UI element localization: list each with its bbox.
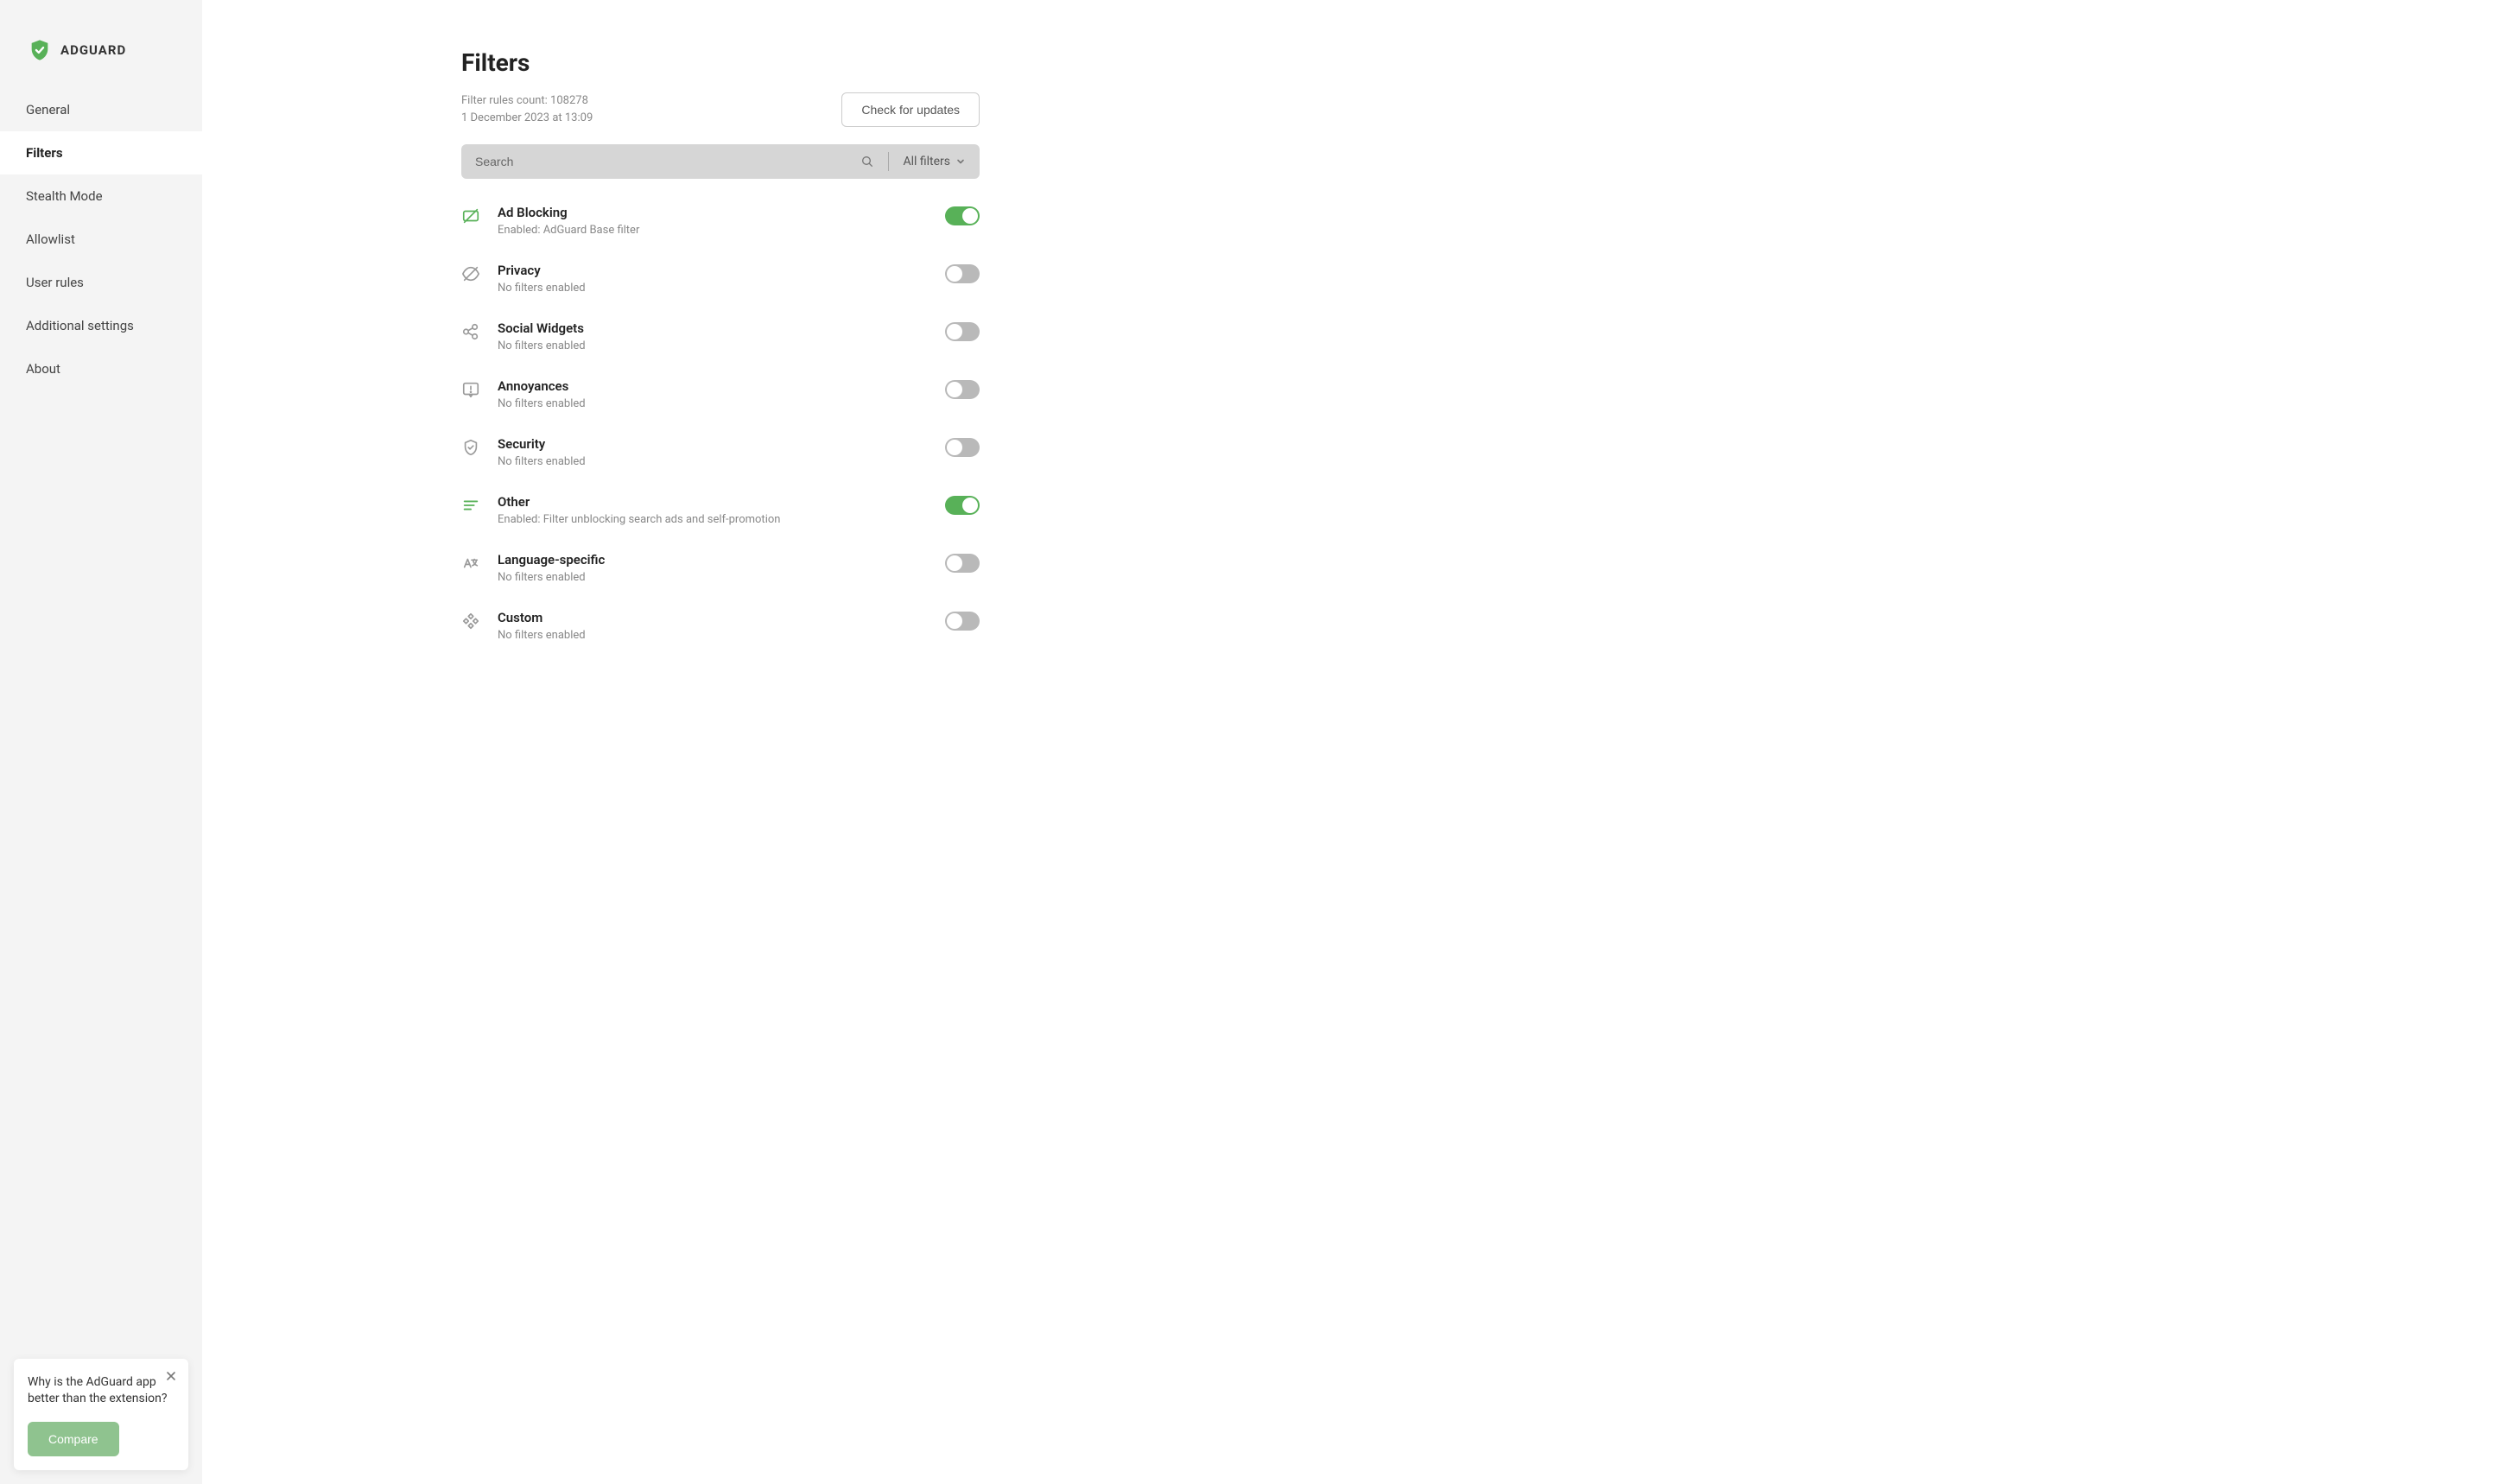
category-list: Ad Blocking Enabled: AdGuard Base filter…: [461, 205, 980, 642]
privacy-icon: [461, 264, 480, 283]
category-row[interactable]: Social Widgets No filters enabled: [498, 320, 928, 352]
language-icon: [461, 554, 480, 573]
toggle-other[interactable]: [945, 496, 980, 515]
search-input[interactable]: [475, 155, 860, 168]
filter-scope-dropdown[interactable]: All filters: [903, 155, 966, 168]
filter-scope-label: All filters: [903, 155, 950, 168]
category-row[interactable]: Language-specific No filters enabled: [498, 552, 928, 584]
toggle-annoyances[interactable]: [945, 380, 980, 399]
category-annoyances: Annoyances No filters enabled: [461, 378, 980, 410]
sidebar-item-additional-settings[interactable]: Additional settings: [0, 304, 202, 347]
toggle-language-specific[interactable]: [945, 554, 980, 573]
category-subtitle: Enabled: AdGuard Base filter: [498, 224, 928, 237]
category-subtitle: No filters enabled: [498, 339, 928, 352]
category-subtitle: No filters enabled: [498, 629, 928, 642]
category-row[interactable]: Custom No filters enabled: [498, 610, 928, 642]
category-title: Ad Blocking: [498, 205, 928, 220]
category-privacy: Privacy No filters enabled: [461, 263, 980, 295]
filter-meta: Filter rules count: 108278 1 December 20…: [461, 92, 593, 126]
brand-name: ADGUARD: [60, 42, 126, 58]
sidebar-item-stealth-mode[interactable]: Stealth Mode: [0, 174, 202, 218]
shield-logo-icon: [28, 38, 52, 62]
chevron-down-icon: [955, 156, 966, 167]
search-bar: All filters: [461, 144, 980, 179]
category-language-specific: Language-specific No filters enabled: [461, 552, 980, 584]
promo-text: Why is the AdGuard app better than the e…: [28, 1374, 174, 1408]
promo-card: Why is the AdGuard app better than the e…: [14, 1359, 188, 1470]
other-icon: [461, 496, 480, 515]
category-title: Other: [498, 494, 928, 510]
sidebar-item-filters[interactable]: Filters: [0, 131, 202, 174]
sidebar-item-about[interactable]: About: [0, 347, 202, 390]
category-custom: Custom No filters enabled: [461, 610, 980, 642]
toggle-security[interactable]: [945, 438, 980, 457]
category-title: Custom: [498, 610, 928, 625]
sidebar-item-user-rules[interactable]: User rules: [0, 261, 202, 304]
search-icon: [860, 155, 874, 168]
category-security: Security No filters enabled: [461, 436, 980, 468]
category-subtitle: No filters enabled: [498, 571, 928, 584]
search-divider: [888, 152, 889, 171]
category-title: Language-specific: [498, 552, 928, 568]
category-subtitle: Enabled: Filter unblocking search ads an…: [498, 513, 928, 526]
sidebar-item-allowlist[interactable]: Allowlist: [0, 218, 202, 261]
category-title: Social Widgets: [498, 320, 928, 336]
sidebar-item-general[interactable]: General: [0, 88, 202, 131]
category-row[interactable]: Other Enabled: Filter unblocking search …: [498, 494, 928, 526]
close-icon: [166, 1371, 176, 1381]
category-row[interactable]: Ad Blocking Enabled: AdGuard Base filter: [498, 205, 928, 237]
promo-close-button[interactable]: [161, 1366, 181, 1386]
category-title: Annoyances: [498, 378, 928, 394]
toggle-privacy[interactable]: [945, 264, 980, 283]
check-updates-button[interactable]: Check for updates: [841, 92, 980, 127]
category-social-widgets: Social Widgets No filters enabled: [461, 320, 980, 352]
category-subtitle: No filters enabled: [498, 282, 928, 295]
category-row[interactable]: Security No filters enabled: [498, 436, 928, 468]
category-subtitle: No filters enabled: [498, 397, 928, 410]
sidebar: ADGUARD General Filters Stealth Mode All…: [0, 0, 202, 1484]
annoyance-icon: [461, 380, 480, 399]
ad-block-icon: [461, 206, 480, 225]
category-other: Other Enabled: Filter unblocking search …: [461, 494, 980, 526]
brand-logo: ADGUARD: [0, 0, 202, 88]
rules-count: Filter rules count: 108278: [461, 92, 593, 110]
category-row[interactable]: Privacy No filters enabled: [498, 263, 928, 295]
security-icon: [461, 438, 480, 457]
toggle-custom[interactable]: [945, 612, 980, 631]
main-content: Filters Filter rules count: 108278 1 Dec…: [202, 0, 2519, 1484]
category-ad-blocking: Ad Blocking Enabled: AdGuard Base filter: [461, 205, 980, 237]
category-subtitle: No filters enabled: [498, 455, 928, 468]
toggle-ad-blocking[interactable]: [945, 206, 980, 225]
custom-icon: [461, 612, 480, 631]
category-row[interactable]: Annoyances No filters enabled: [498, 378, 928, 410]
toggle-social-widgets[interactable]: [945, 322, 980, 341]
last-updated: 1 December 2023 at 13:09: [461, 110, 593, 127]
category-title: Security: [498, 436, 928, 452]
category-title: Privacy: [498, 263, 928, 278]
sidebar-nav: General Filters Stealth Mode Allowlist U…: [0, 88, 202, 390]
page-title: Filters: [461, 48, 980, 77]
social-icon: [461, 322, 480, 341]
compare-button[interactable]: Compare: [28, 1422, 119, 1456]
